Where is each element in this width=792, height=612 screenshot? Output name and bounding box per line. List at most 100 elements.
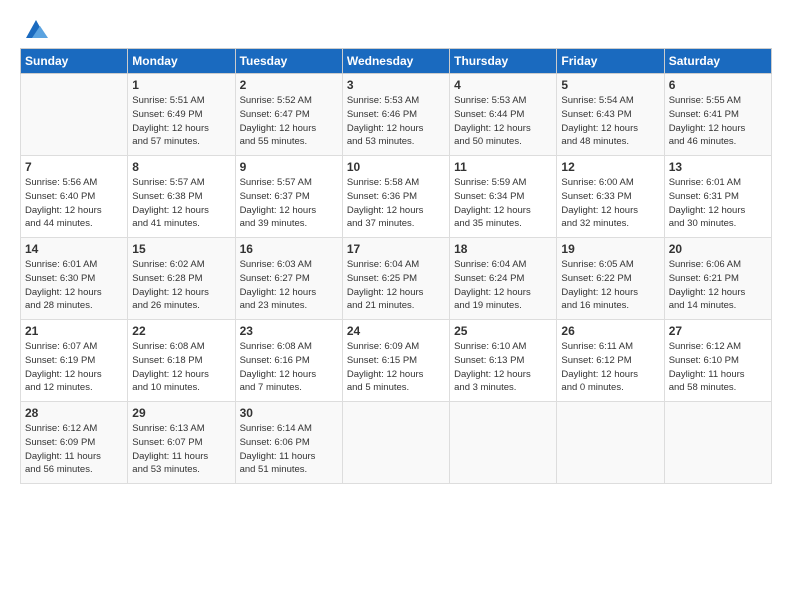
day-info: Sunrise: 6:09 AM Sunset: 6:15 PM Dayligh… (347, 340, 445, 395)
day-number: 17 (347, 242, 445, 256)
day-info: Sunrise: 6:14 AM Sunset: 6:06 PM Dayligh… (240, 422, 338, 477)
calendar-cell (450, 402, 557, 484)
day-number: 9 (240, 160, 338, 174)
page: SundayMondayTuesdayWednesdayThursdayFrid… (0, 0, 792, 612)
calendar-cell: 30 Sunrise: 6:14 AM Sunset: 6:06 PM Dayli… (235, 402, 342, 484)
day-number: 25 (454, 324, 552, 338)
day-number: 18 (454, 242, 552, 256)
day-info: Sunrise: 6:13 AM Sunset: 6:07 PM Dayligh… (132, 422, 230, 477)
calendar-cell: 6 Sunrise: 5:55 AM Sunset: 6:41 PM Daylig… (664, 74, 771, 156)
weekday-saturday: Saturday (664, 49, 771, 74)
day-info: Sunrise: 5:56 AM Sunset: 6:40 PM Dayligh… (25, 176, 123, 231)
day-info: Sunrise: 5:55 AM Sunset: 6:41 PM Dayligh… (669, 94, 767, 149)
calendar-cell: 3Sunrise: 5:53 AM Sunset: 6:46 PM Daylig… (342, 74, 449, 156)
day-info: Sunrise: 5:53 AM Sunset: 6:46 PM Dayligh… (347, 94, 445, 149)
calendar-cell: 29 Sunrise: 6:13 AM Sunset: 6:07 PM Dayli… (128, 402, 235, 484)
day-number: 5 (561, 78, 659, 92)
logo (20, 18, 50, 40)
calendar-cell: 13 Sunrise: 6:01 AM Sunset: 6:31 PM Dayli… (664, 156, 771, 238)
day-number: 23 (240, 324, 338, 338)
day-info: Sunrise: 6:02 AM Sunset: 6:28 PM Dayligh… (132, 258, 230, 313)
calendar-cell: 8 Sunrise: 5:57 AM Sunset: 6:38 PM Daylig… (128, 156, 235, 238)
calendar-week-2: 7 Sunrise: 5:56 AM Sunset: 6:40 PM Daylig… (21, 156, 772, 238)
calendar-cell (342, 402, 449, 484)
weekday-wednesday: Wednesday (342, 49, 449, 74)
day-info: Sunrise: 6:03 AM Sunset: 6:27 PM Dayligh… (240, 258, 338, 313)
calendar-cell: 15 Sunrise: 6:02 AM Sunset: 6:28 PM Dayli… (128, 238, 235, 320)
calendar-cell: 22 Sunrise: 6:08 AM Sunset: 6:18 PM Dayli… (128, 320, 235, 402)
day-number: 11 (454, 160, 552, 174)
day-number: 8 (132, 160, 230, 174)
day-info: Sunrise: 5:51 AM Sunset: 6:49 PM Dayligh… (132, 94, 230, 149)
day-info: Sunrise: 6:10 AM Sunset: 6:13 PM Dayligh… (454, 340, 552, 395)
calendar-cell: 11 Sunrise: 5:59 AM Sunset: 6:34 PM Dayli… (450, 156, 557, 238)
calendar-cell: 28 Sunrise: 6:12 AM Sunset: 6:09 PM Dayli… (21, 402, 128, 484)
day-number: 16 (240, 242, 338, 256)
logo-icon (22, 18, 50, 40)
day-number: 6 (669, 78, 767, 92)
calendar-cell (664, 402, 771, 484)
day-info: Sunrise: 6:00 AM Sunset: 6:33 PM Dayligh… (561, 176, 659, 231)
weekday-tuesday: Tuesday (235, 49, 342, 74)
weekday-friday: Friday (557, 49, 664, 74)
calendar-cell: 16 Sunrise: 6:03 AM Sunset: 6:27 PM Dayli… (235, 238, 342, 320)
day-info: Sunrise: 6:11 AM Sunset: 6:12 PM Dayligh… (561, 340, 659, 395)
calendar-cell: 26 Sunrise: 6:11 AM Sunset: 6:12 PM Dayli… (557, 320, 664, 402)
day-info: Sunrise: 6:08 AM Sunset: 6:18 PM Dayligh… (132, 340, 230, 395)
day-number: 30 (240, 406, 338, 420)
day-info: Sunrise: 6:01 AM Sunset: 6:30 PM Dayligh… (25, 258, 123, 313)
calendar-table: SundayMondayTuesdayWednesdayThursdayFrid… (20, 48, 772, 484)
day-info: Sunrise: 6:07 AM Sunset: 6:19 PM Dayligh… (25, 340, 123, 395)
calendar-week-3: 14 Sunrise: 6:01 AM Sunset: 6:30 PM Dayli… (21, 238, 772, 320)
calendar-cell: 20 Sunrise: 6:06 AM Sunset: 6:21 PM Dayli… (664, 238, 771, 320)
day-info: Sunrise: 6:12 AM Sunset: 6:09 PM Dayligh… (25, 422, 123, 477)
day-number: 29 (132, 406, 230, 420)
day-info: Sunrise: 5:58 AM Sunset: 6:36 PM Dayligh… (347, 176, 445, 231)
calendar-cell: 10 Sunrise: 5:58 AM Sunset: 6:36 PM Dayli… (342, 156, 449, 238)
day-info: Sunrise: 6:04 AM Sunset: 6:24 PM Dayligh… (454, 258, 552, 313)
day-number: 15 (132, 242, 230, 256)
day-number: 19 (561, 242, 659, 256)
calendar-week-1: 1 Sunrise: 5:51 AM Sunset: 6:49 PM Daylig… (21, 74, 772, 156)
day-info: Sunrise: 5:59 AM Sunset: 6:34 PM Dayligh… (454, 176, 552, 231)
calendar-cell: 4Sunrise: 5:53 AM Sunset: 6:44 PM Daylig… (450, 74, 557, 156)
day-number: 22 (132, 324, 230, 338)
weekday-header-row: SundayMondayTuesdayWednesdayThursdayFrid… (21, 49, 772, 74)
calendar-cell: 17 Sunrise: 6:04 AM Sunset: 6:25 PM Dayli… (342, 238, 449, 320)
calendar-cell (21, 74, 128, 156)
day-number: 14 (25, 242, 123, 256)
calendar-cell: 2Sunrise: 5:52 AM Sunset: 6:47 PM Daylig… (235, 74, 342, 156)
calendar-cell: 14 Sunrise: 6:01 AM Sunset: 6:30 PM Dayli… (21, 238, 128, 320)
day-info: Sunrise: 5:57 AM Sunset: 6:37 PM Dayligh… (240, 176, 338, 231)
day-number: 7 (25, 160, 123, 174)
day-number: 1 (132, 78, 230, 92)
calendar-cell: 24 Sunrise: 6:09 AM Sunset: 6:15 PM Dayli… (342, 320, 449, 402)
day-number: 20 (669, 242, 767, 256)
weekday-monday: Monday (128, 49, 235, 74)
calendar-cell: 23 Sunrise: 6:08 AM Sunset: 6:16 PM Dayli… (235, 320, 342, 402)
day-number: 2 (240, 78, 338, 92)
day-number: 27 (669, 324, 767, 338)
day-number: 28 (25, 406, 123, 420)
calendar-cell: 1 Sunrise: 5:51 AM Sunset: 6:49 PM Daylig… (128, 74, 235, 156)
header (20, 18, 772, 40)
day-number: 13 (669, 160, 767, 174)
day-info: Sunrise: 5:53 AM Sunset: 6:44 PM Dayligh… (454, 94, 552, 149)
calendar-cell: 27Sunrise: 6:12 AM Sunset: 6:10 PM Dayli… (664, 320, 771, 402)
calendar-cell: 9 Sunrise: 5:57 AM Sunset: 6:37 PM Daylig… (235, 156, 342, 238)
day-info: Sunrise: 6:08 AM Sunset: 6:16 PM Dayligh… (240, 340, 338, 395)
calendar-cell: 7 Sunrise: 5:56 AM Sunset: 6:40 PM Daylig… (21, 156, 128, 238)
calendar-cell: 25 Sunrise: 6:10 AM Sunset: 6:13 PM Dayli… (450, 320, 557, 402)
day-info: Sunrise: 6:04 AM Sunset: 6:25 PM Dayligh… (347, 258, 445, 313)
day-info: Sunrise: 6:01 AM Sunset: 6:31 PM Dayligh… (669, 176, 767, 231)
calendar-week-5: 28 Sunrise: 6:12 AM Sunset: 6:09 PM Dayli… (21, 402, 772, 484)
day-info: Sunrise: 6:06 AM Sunset: 6:21 PM Dayligh… (669, 258, 767, 313)
day-number: 10 (347, 160, 445, 174)
calendar-week-4: 21 Sunrise: 6:07 AM Sunset: 6:19 PM Dayli… (21, 320, 772, 402)
day-number: 21 (25, 324, 123, 338)
calendar-cell: 12Sunrise: 6:00 AM Sunset: 6:33 PM Dayli… (557, 156, 664, 238)
calendar-cell: 5Sunrise: 5:54 AM Sunset: 6:43 PM Daylig… (557, 74, 664, 156)
day-number: 26 (561, 324, 659, 338)
day-number: 24 (347, 324, 445, 338)
day-info: Sunrise: 5:57 AM Sunset: 6:38 PM Dayligh… (132, 176, 230, 231)
